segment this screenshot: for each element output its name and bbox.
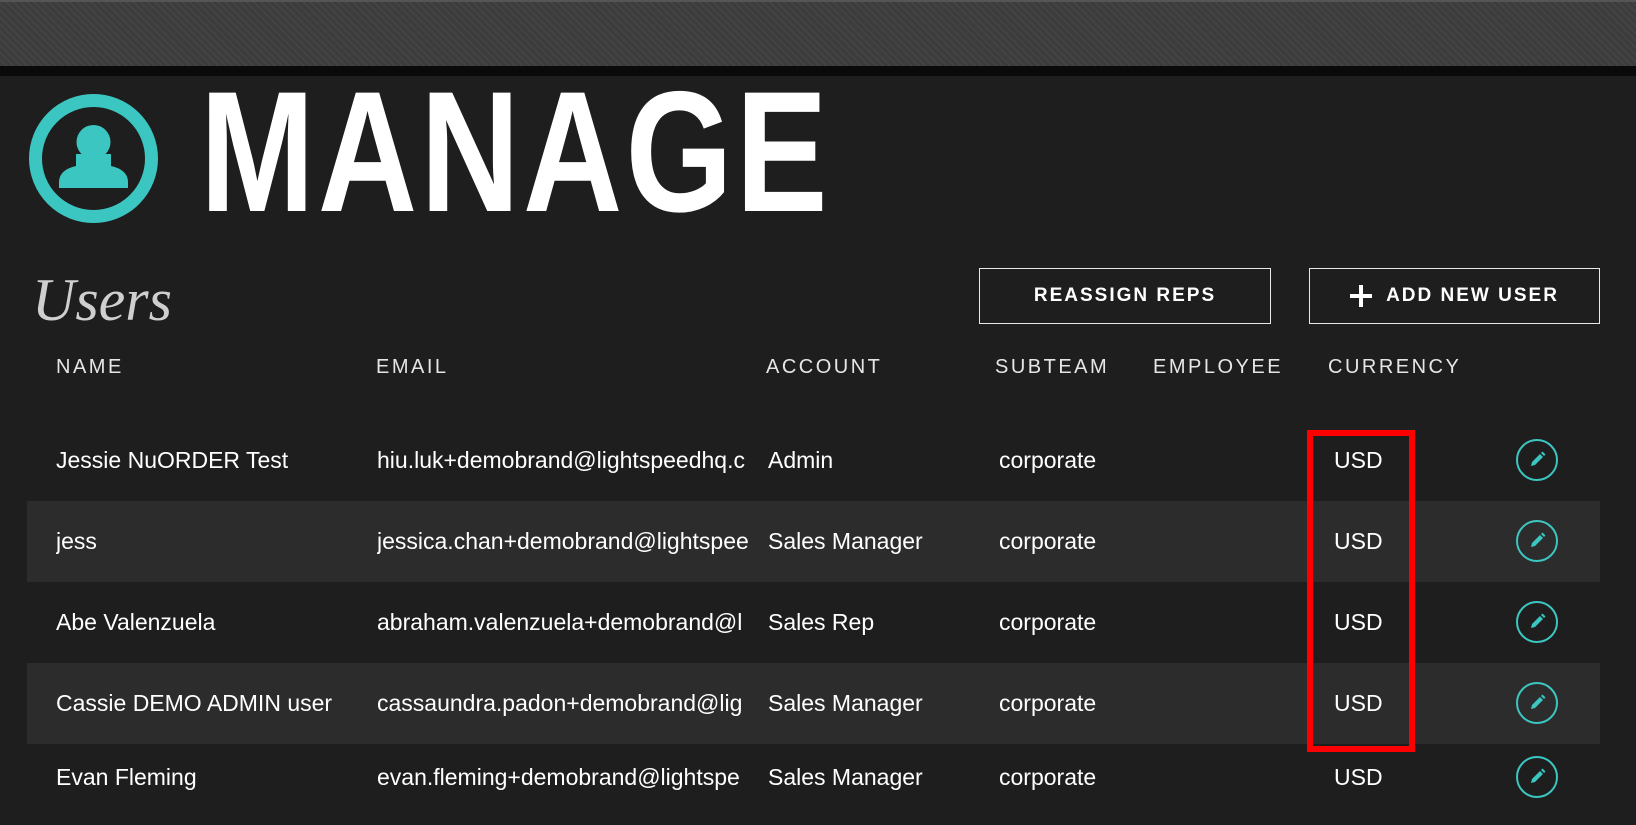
user-subteam: corporate (999, 447, 1097, 473)
user-account: Sales Rep (768, 609, 875, 635)
column-header-employee[interactable]: EMPLOYEE (1153, 356, 1283, 384)
reassign-reps-button[interactable]: REASSIGN REPS (979, 268, 1271, 324)
pencil-edit-icon (1531, 768, 1546, 783)
user-email: evan.fleming+demobrand@lightspe (377, 764, 740, 790)
user-email: hiu.luk+demobrand@lightspeedhq.c (377, 447, 745, 473)
user-subteam: corporate (999, 528, 1097, 554)
user-name: jess (56, 528, 97, 554)
user-employee (1153, 420, 1303, 501)
user-name: Cassie DEMO ADMIN user (56, 690, 333, 716)
user-account: Sales Manager (768, 764, 923, 790)
edit-user-button[interactable] (1516, 756, 1558, 798)
user-email: jessica.chan+demobrand@lightspee (377, 528, 749, 554)
reassign-reps-label: REASSIGN REPS (1033, 285, 1217, 306)
user-email: abraham.valenzuela+demobrand@l (377, 609, 743, 635)
user-subteam: corporate (999, 764, 1097, 790)
user-subteam: corporate (999, 609, 1097, 635)
user-account: Sales Manager (768, 690, 923, 716)
user-email: cassaundra.padon+demobrand@lig (377, 690, 743, 716)
column-header-subteam[interactable]: SUBTEAM (995, 356, 1109, 384)
manage-logo-text: MANAGE (200, 56, 831, 248)
add-new-user-button[interactable]: ADD NEW USER (1309, 268, 1600, 324)
user-subteam: corporate (999, 690, 1097, 716)
pencil-edit-icon (1531, 532, 1546, 547)
page-title: Users (32, 267, 173, 333)
user-name: Abe Valenzuela (56, 609, 216, 635)
pencil-edit-icon (1531, 451, 1546, 466)
add-new-user-label: ADD NEW USER (1386, 285, 1559, 306)
edit-user-button[interactable] (1516, 439, 1558, 481)
user-currency: USD (1334, 764, 1383, 790)
column-header-email[interactable]: EMAIL (376, 356, 449, 384)
edit-user-button[interactable] (1516, 601, 1558, 643)
user-employee (1153, 663, 1303, 744)
user-account: Admin (768, 447, 834, 473)
user-circle-icon (29, 94, 158, 223)
plus-icon (1350, 285, 1373, 307)
edit-user-button[interactable] (1516, 520, 1558, 562)
user-account: Sales Manager (768, 528, 923, 554)
table-row: Evan Fleming evan.fleming+demobrand@ligh… (27, 744, 1600, 825)
column-header-currency[interactable]: CURRENCY (1328, 356, 1461, 384)
edit-user-button[interactable] (1516, 682, 1558, 724)
user-name: Evan Fleming (56, 764, 197, 790)
user-name: Jessie NuORDER Test (56, 447, 289, 473)
user-employee (1153, 744, 1303, 825)
column-header-account[interactable]: ACCOUNT (766, 356, 882, 384)
pencil-edit-icon (1531, 694, 1546, 709)
user-employee (1153, 501, 1303, 582)
user-employee (1153, 582, 1303, 663)
currency-highlight-box (1307, 430, 1415, 752)
pencil-edit-icon (1531, 613, 1546, 628)
column-header-name[interactable]: NAME (56, 356, 124, 384)
